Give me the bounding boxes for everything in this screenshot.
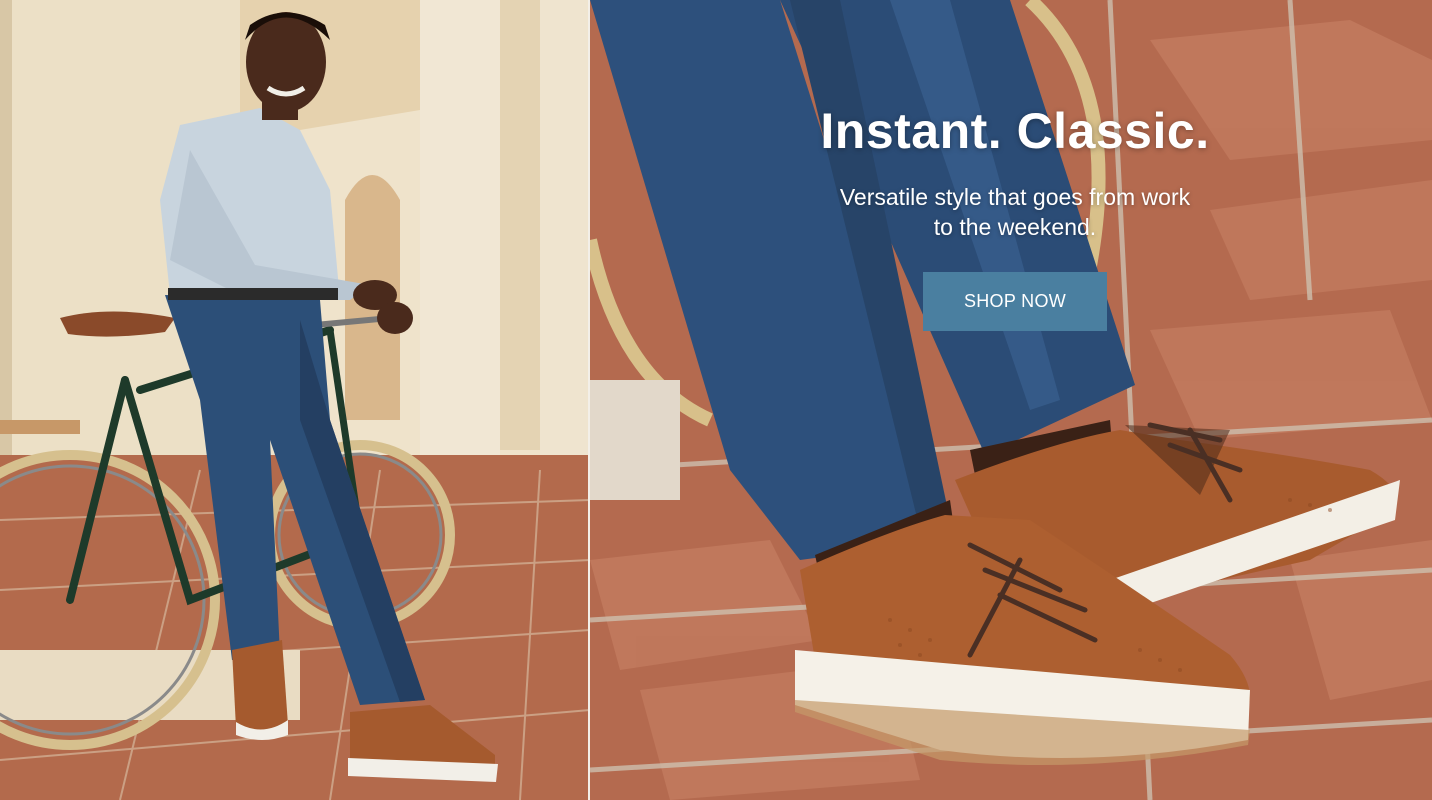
hero-banner[interactable]: Instant. Classic. Versatile style that g… [0, 0, 1432, 800]
hero-headline: Instant. Classic. [820, 103, 1210, 159]
shop-now-button[interactable]: SHOP NOW [923, 272, 1107, 331]
hero-subhead: Versatile style that goes from work to t… [839, 184, 1191, 240]
man-with-bicycle-photo [0, 0, 590, 800]
hero-copy: Instant. Classic. Versatile style that g… [795, 100, 1235, 331]
